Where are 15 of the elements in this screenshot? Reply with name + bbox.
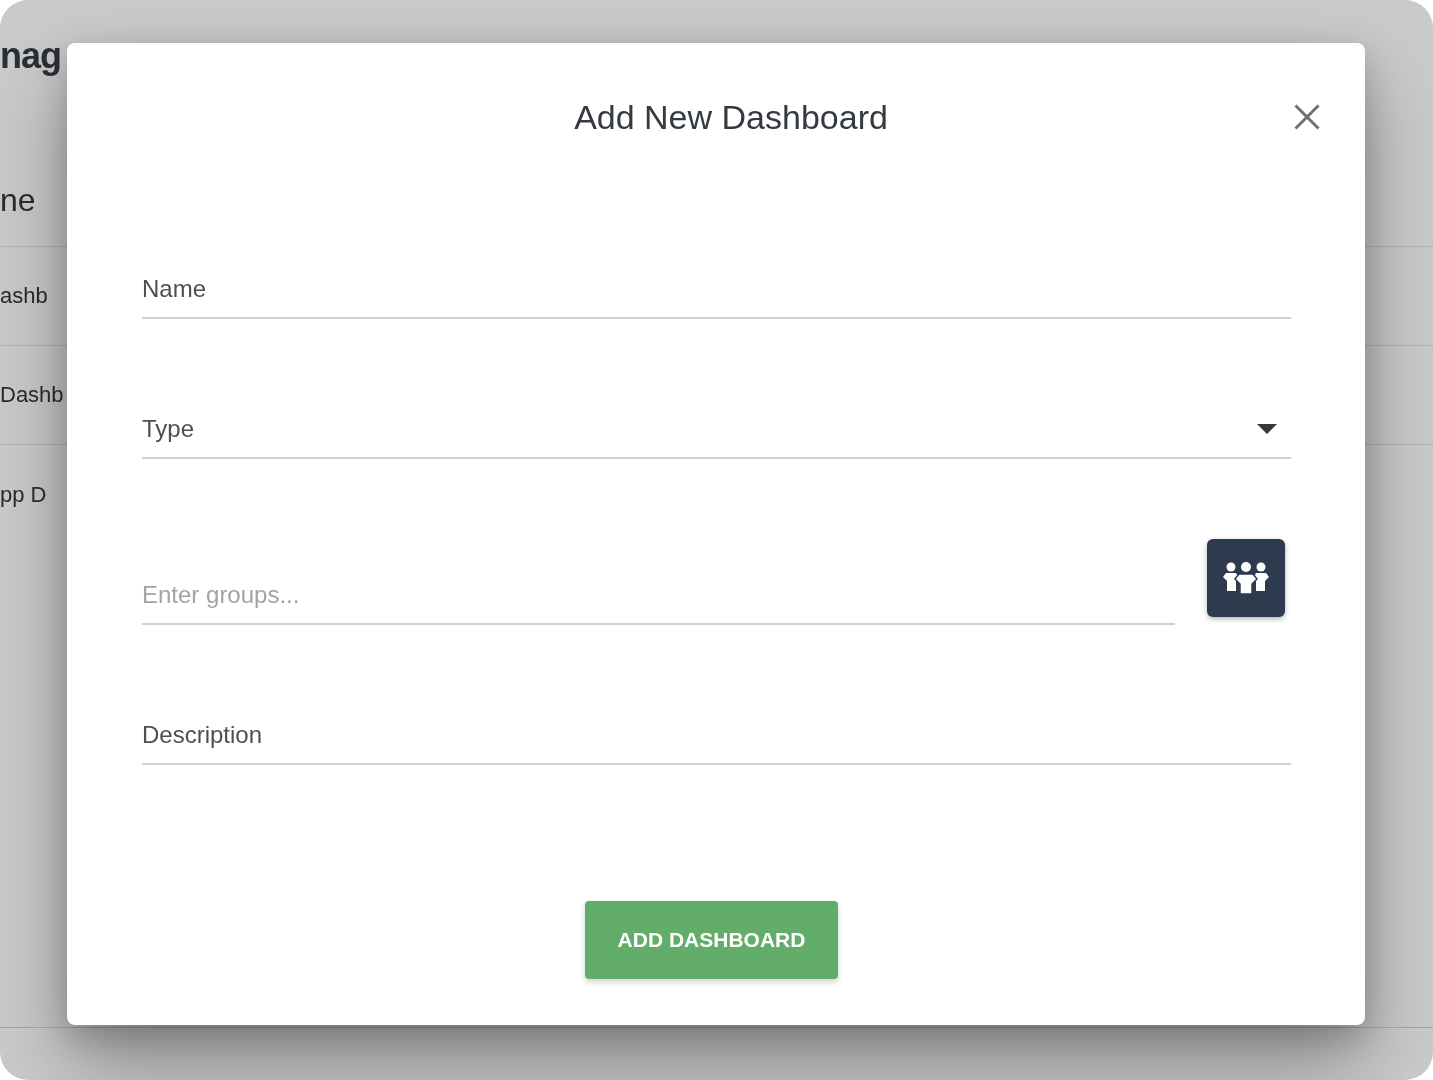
column-header: ne — [0, 181, 36, 220]
close-icon — [1294, 104, 1320, 130]
dropdown-field[interactable]: Type — [142, 399, 1291, 459]
caret-icon — [1257, 424, 1277, 434]
page-title: nag — [0, 34, 61, 78]
people-icon — [1223, 562, 1269, 594]
table-cell: Dashb — [0, 381, 64, 409]
groups-button[interactable] — [1207, 539, 1285, 617]
close-button[interactable] — [1294, 104, 1320, 130]
groups-input-field[interactable]: Enter groups... — [142, 565, 1175, 625]
table-cell: pp D — [0, 480, 47, 509]
dialog-title: Add New Dashboard — [574, 97, 888, 138]
table-cell: ashb — [0, 282, 48, 310]
input-field[interactable]: Name — [142, 259, 1291, 319]
input-field[interactable]: Description — [142, 705, 1291, 765]
